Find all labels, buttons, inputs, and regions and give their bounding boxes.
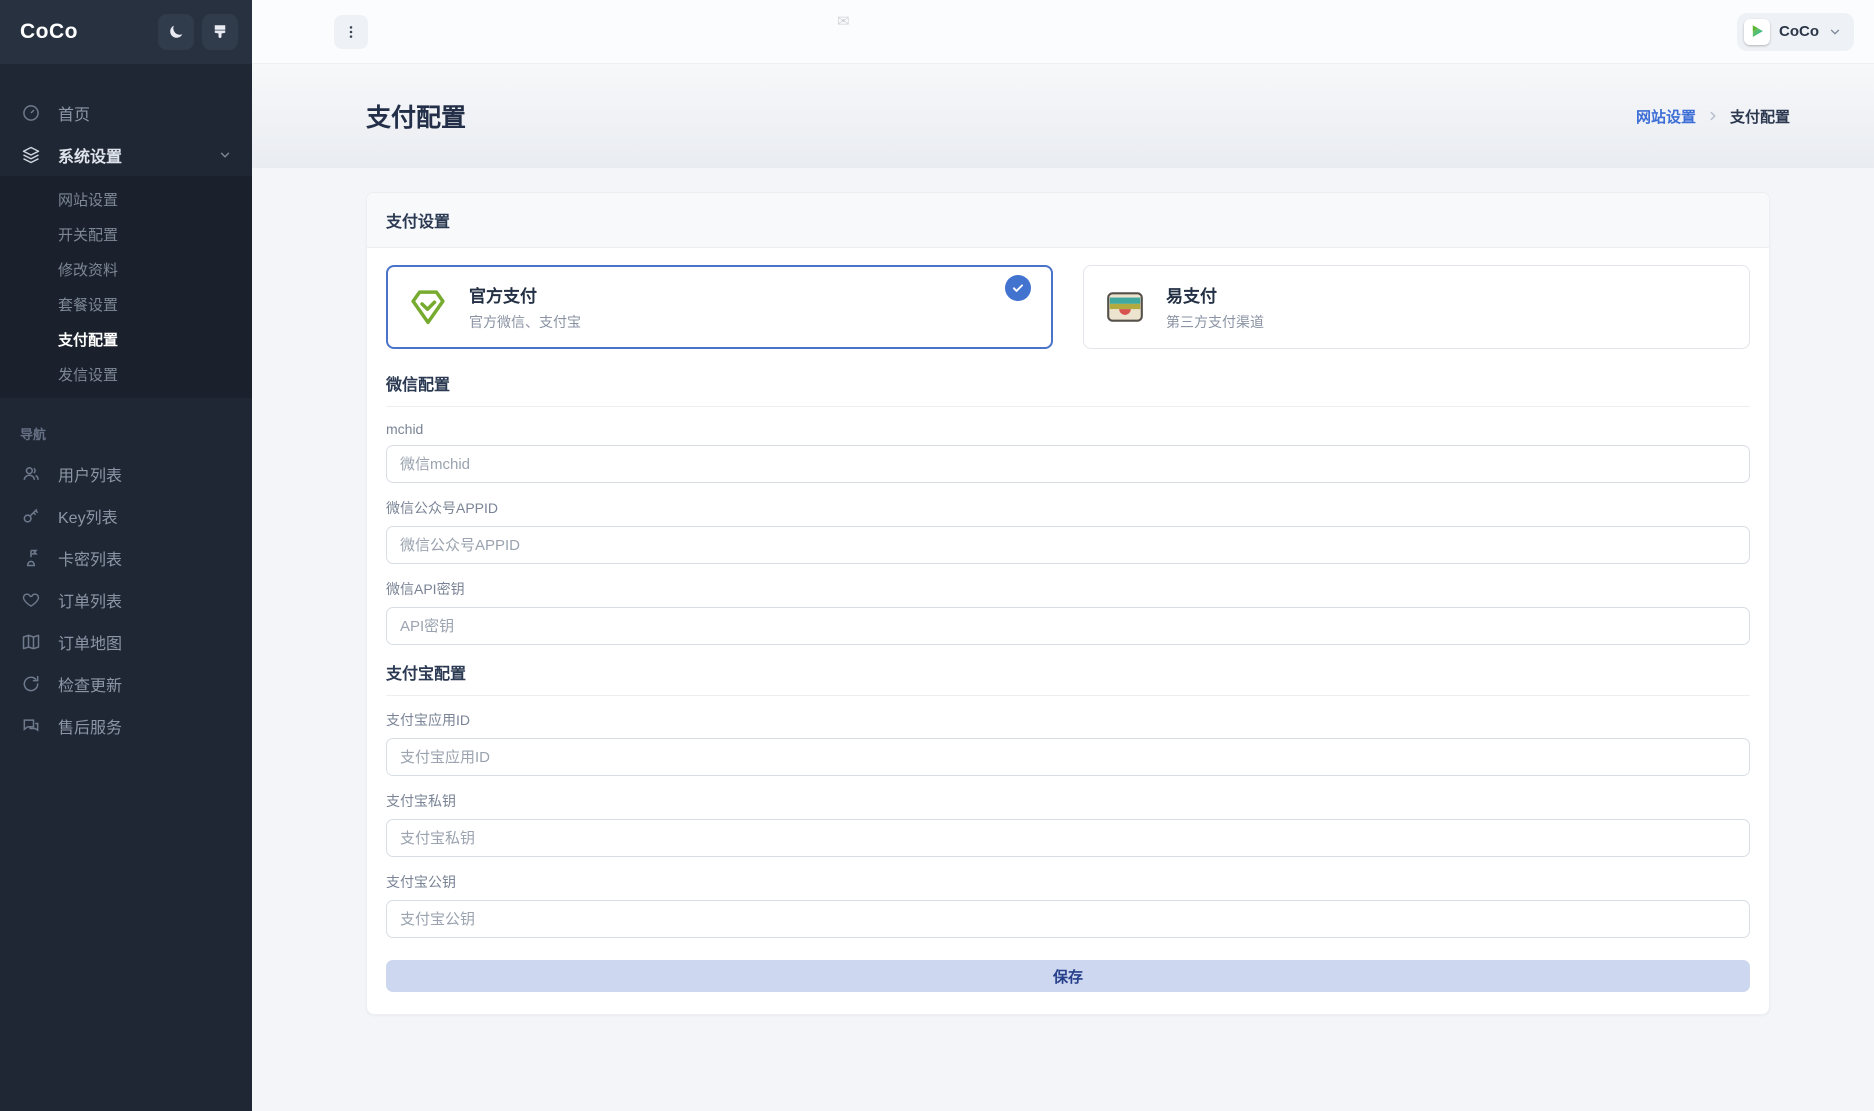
- field-label: 微信API密钥: [386, 579, 1750, 599]
- field-alipay-appid: 支付宝应用ID: [386, 710, 1750, 776]
- sidebar-subitem-edit-profile[interactable]: 修改资料: [0, 252, 252, 287]
- wechat-appid-input[interactable]: [386, 526, 1750, 564]
- wechat-api-key-input[interactable]: [386, 607, 1750, 645]
- sidebar-item-home[interactable]: 首页: [0, 92, 252, 134]
- panel-header: 支付设置: [367, 193, 1769, 248]
- option-texts: 易支付 第三方支付渠道: [1166, 282, 1264, 332]
- watermark-artifact: ✉: [837, 12, 850, 30]
- moon-icon: [167, 23, 185, 41]
- wallet-icon: [1104, 286, 1146, 328]
- payment-method-options: 官方支付 官方微信、支付宝: [386, 265, 1750, 349]
- breadcrumb: 网站设置 支付配置: [1636, 106, 1790, 127]
- wechat-config-section: 微信配置 mchid 微信公众号APPID 微信API密钥: [386, 371, 1750, 645]
- content-area: 支付设置 官方支付 官方微信、支付: [252, 168, 1874, 1111]
- app-root: CoCo 首页: [0, 0, 1874, 1111]
- heart-icon: [20, 589, 42, 611]
- section-heading: 支付宝配置: [386, 660, 1750, 696]
- sidebar: CoCo 首页: [0, 0, 252, 1111]
- brush-icon: [211, 23, 229, 41]
- menu-dots-button[interactable]: [334, 15, 368, 49]
- option-title: 易支付: [1166, 282, 1264, 307]
- sidebar-item-card-key-list[interactable]: 卡密列表: [0, 537, 252, 579]
- top-navbar: ✉ CoCo: [252, 0, 1874, 64]
- sidebar-item-label: 订单地图: [58, 630, 122, 654]
- panel-body: 官方支付 官方微信、支付宝: [367, 248, 1769, 1014]
- field-wechat-api-key: 微信API密钥: [386, 579, 1750, 645]
- dark-mode-toggle-button[interactable]: [158, 14, 194, 50]
- mchid-input[interactable]: [386, 445, 1750, 483]
- field-label: 微信公众号APPID: [386, 498, 1750, 518]
- sidebar-subitem-site-settings[interactable]: 网站设置: [0, 182, 252, 217]
- sidebar-item-order-list[interactable]: 订单列表: [0, 579, 252, 621]
- sidebar-subitem-switch-config[interactable]: 开关配置: [0, 217, 252, 252]
- option-title: 官方支付: [469, 282, 581, 307]
- page-title: 支付配置: [366, 98, 466, 134]
- field-label: 支付宝私钥: [386, 791, 1750, 811]
- payment-settings-panel: 支付设置 官方支付 官方微信、支付: [366, 192, 1770, 1015]
- sidebar-item-order-map[interactable]: 订单地图: [0, 621, 252, 663]
- sidebar-item-check-update[interactable]: 检查更新: [0, 663, 252, 705]
- chevron-down-icon: [218, 148, 232, 162]
- option-subtitle: 官方微信、支付宝: [469, 312, 581, 332]
- user-menu-button[interactable]: CoCo: [1737, 13, 1854, 51]
- alipay-private-key-input[interactable]: [386, 819, 1750, 857]
- app-logo: CoCo: [20, 20, 150, 44]
- alipay-config-section: 支付宝配置 支付宝应用ID 支付宝私钥 支付宝公钥: [386, 660, 1750, 938]
- user-name: CoCo: [1779, 23, 1819, 40]
- theme-brush-button[interactable]: [202, 14, 238, 50]
- breadcrumb-current: 支付配置: [1730, 106, 1790, 127]
- layers-icon: [20, 144, 42, 166]
- field-wechat-appid: 微信公众号APPID: [386, 498, 1750, 564]
- field-alipay-private-key: 支付宝私钥: [386, 791, 1750, 857]
- sidebar-item-label: 订单列表: [58, 588, 122, 612]
- sidebar-header: CoCo: [0, 0, 252, 64]
- alipay-appid-input[interactable]: [386, 738, 1750, 776]
- refresh-icon: [20, 673, 42, 695]
- sidebar-item-after-sales[interactable]: 售后服务: [0, 705, 252, 747]
- breadcrumb-parent-link[interactable]: 网站设置: [1636, 106, 1696, 127]
- option-texts: 官方支付 官方微信、支付宝: [469, 282, 581, 332]
- user-icon: [20, 463, 42, 485]
- dashboard-icon: [20, 102, 42, 124]
- sidebar-subitem-mail-settings[interactable]: 发信设置: [0, 357, 252, 392]
- key-icon: [20, 505, 42, 527]
- sidebar-item-label: Key列表: [58, 504, 118, 528]
- sidebar-item-label: 用户列表: [58, 462, 122, 486]
- chat-icon: [20, 715, 42, 737]
- sidebar-item-label: 售后服务: [58, 714, 122, 738]
- sidebar-subitem-payment-config[interactable]: 支付配置: [0, 322, 252, 357]
- section-heading: 微信配置: [386, 371, 1750, 407]
- sidebar-item-label: 系统设置: [58, 143, 122, 167]
- chevron-down-icon: [1828, 25, 1842, 39]
- dots-vertical-icon: [343, 24, 359, 40]
- sidebar-item-label: 卡密列表: [58, 546, 122, 570]
- sidebar-item-system-settings[interactable]: 系统设置: [0, 134, 252, 176]
- field-label: 支付宝应用ID: [386, 710, 1750, 730]
- sidebar-item-label: 首页: [58, 101, 90, 125]
- settings-submenu: 网站设置 开关配置 修改资料 套餐设置 支付配置 发信设置: [0, 176, 252, 398]
- sidebar-nav: 首页 系统设置 网站设置 开关配置 修改资料 套餐设置 支付配置 发信设置 导航: [0, 64, 252, 1111]
- sidebar-item-label: 检查更新: [58, 672, 122, 696]
- chevron-right-icon: [1706, 109, 1720, 123]
- selected-check-icon: [1005, 275, 1031, 301]
- map-icon: [20, 631, 42, 653]
- alipay-public-key-input[interactable]: [386, 900, 1750, 938]
- sidebar-item-user-list[interactable]: 用户列表: [0, 453, 252, 495]
- page-hero: 支付配置 网站设置 支付配置: [252, 64, 1874, 168]
- flask-icon: [20, 547, 42, 569]
- shield-check-icon: [407, 286, 449, 328]
- field-label: 支付宝公钥: [386, 872, 1750, 892]
- option-subtitle: 第三方支付渠道: [1166, 312, 1264, 332]
- sidebar-section-label: 导航: [0, 398, 252, 453]
- sidebar-subitem-plan-settings[interactable]: 套餐设置: [0, 287, 252, 322]
- option-yipay[interactable]: 易支付 第三方支付渠道: [1083, 265, 1750, 349]
- avatar: [1744, 19, 1770, 45]
- field-alipay-public-key: 支付宝公钥: [386, 872, 1750, 938]
- option-official-payment[interactable]: 官方支付 官方微信、支付宝: [386, 265, 1053, 349]
- main-area: ✉ CoCo 支付配置: [252, 0, 1874, 1111]
- sidebar-item-key-list[interactable]: Key列表: [0, 495, 252, 537]
- save-button[interactable]: 保存: [386, 960, 1750, 992]
- field-mchid: mchid: [386, 421, 1750, 483]
- field-label: mchid: [386, 421, 1750, 437]
